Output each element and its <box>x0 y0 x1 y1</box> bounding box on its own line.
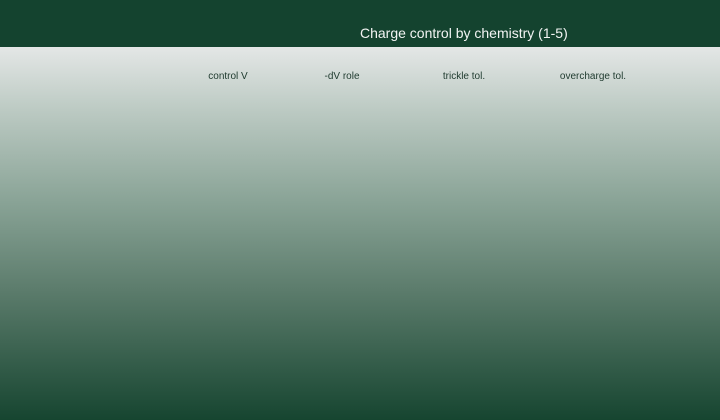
heatmap-plot-area <box>0 0 720 420</box>
